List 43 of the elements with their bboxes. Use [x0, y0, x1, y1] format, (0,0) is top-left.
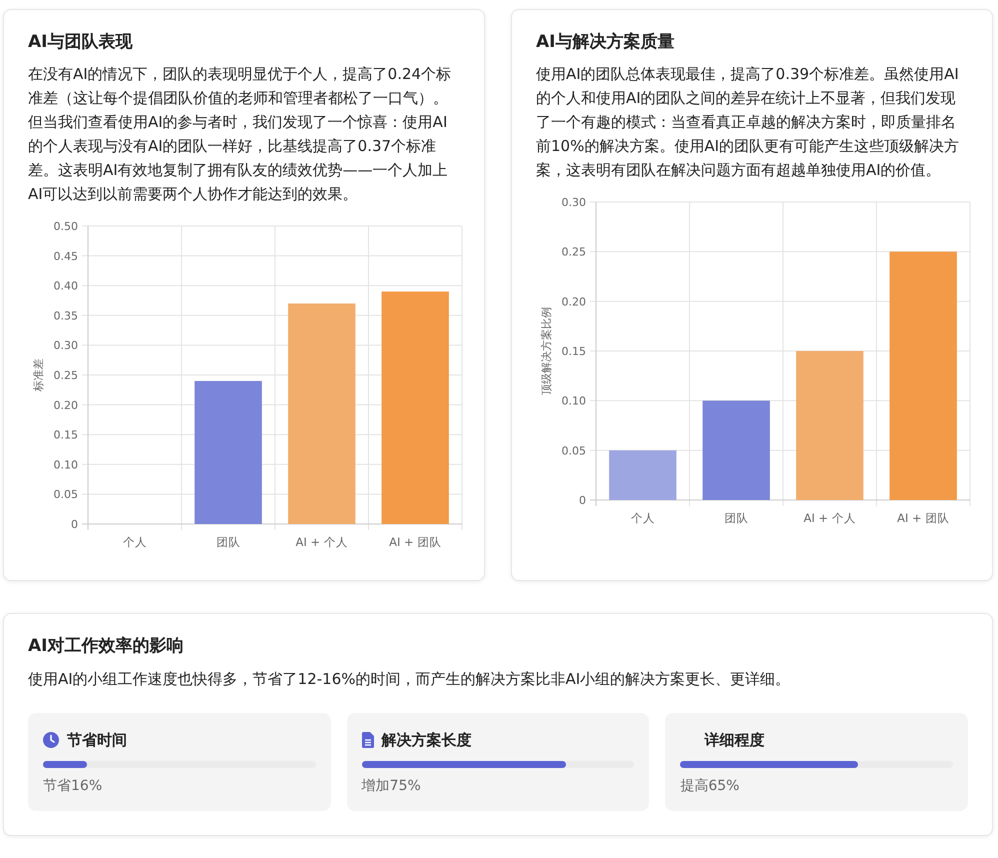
tick-label: 0.30 — [562, 196, 586, 210]
card-title: AI对工作效率的影响 — [28, 636, 184, 657]
tick-label: 0.10 — [562, 395, 586, 408]
category-label: 个人 — [630, 511, 655, 526]
tick-label: 0.15 — [54, 429, 78, 442]
category-label: AI + 个人 — [804, 511, 856, 526]
axis-title: 顶级解决方案比例 — [540, 307, 553, 396]
tick-label: 0.05 — [562, 444, 586, 458]
tick-label: 0.45 — [54, 250, 78, 264]
clock-icon — [43, 732, 59, 748]
metric-label: 详细程度 — [704, 730, 764, 751]
metric-label: 节省时间 — [67, 730, 127, 751]
tick-label: 0.25 — [562, 246, 586, 260]
category-label: 个人 — [122, 535, 147, 550]
tick-label: 0.35 — [54, 310, 78, 323]
tick-label: 0.40 — [54, 280, 78, 293]
tick-label: 0.20 — [54, 399, 78, 412]
tick-label: 0.10 — [54, 458, 78, 472]
category-label: AI + 个人 — [296, 535, 348, 550]
category-label: AI + 团队 — [389, 535, 442, 550]
tick-label: 0.30 — [54, 340, 78, 353]
axis-title: 标准差 — [32, 358, 45, 392]
card-title: AI与团队表现 — [28, 32, 134, 52]
tick-label: 0.05 — [54, 488, 78, 502]
tick-label: 0 — [579, 494, 586, 508]
card-title: AI与解决方案质量 — [536, 32, 676, 52]
paragraph: 使用AI的团队总体表现最佳，提高了0.39个标准差。虽然使用AI的个人和使用AI的团队之间的差异在统计上不显著，但我们发现了一个有趣的模式：当查看真正卓越的解决方案时，即质量排名前10%的解决方案。使用AI的团队更有可能产生这些顶级解决方案，这表明有团队在解决问题方面有超越单独使用AI的价值。 — [536, 64, 960, 182]
document-icon — [362, 732, 374, 748]
category-label: AI + 团队 — [897, 511, 950, 526]
metric-label: 解决方案长度 — [382, 730, 472, 751]
tick-label: 0.15 — [562, 345, 586, 358]
tick-label: 0 — [71, 518, 78, 532]
tick-label: 0.20 — [562, 296, 586, 309]
metric-value: 增加75% — [362, 777, 422, 796]
category-label: 团队 — [724, 511, 748, 526]
metric-value: 提高65% — [680, 777, 740, 796]
paragraph: 在没有AI的情况下，团队的表现明显优于个人，提高了0.24个标准差（这让每个提倡团队价值的老师和管理者都松了一口气）。但当我们查看使用AI的参与者时，我们发现了一个惊喜：使用AI的个人表现与没有AI的团队一样好，比基线提高了0.37个标准差。这表明AI有效地复制了拥有队友的绩效优势——一个人加上AI可以达到以前需要两个人协作才能达到的效果。 — [28, 64, 452, 206]
paragraph: 使用AI的小组工作速度也快得多，节省了12-16%的时间，而产生的解决方案比非AI小组的解决方案更长、更详细。 — [28, 668, 792, 690]
bar — [609, 450, 676, 500]
tick-label: 0.25 — [54, 369, 78, 382]
metric-value: 节省16% — [43, 777, 104, 796]
tick-label: 0.50 — [54, 220, 78, 234]
category-label: 团队 — [216, 535, 240, 550]
